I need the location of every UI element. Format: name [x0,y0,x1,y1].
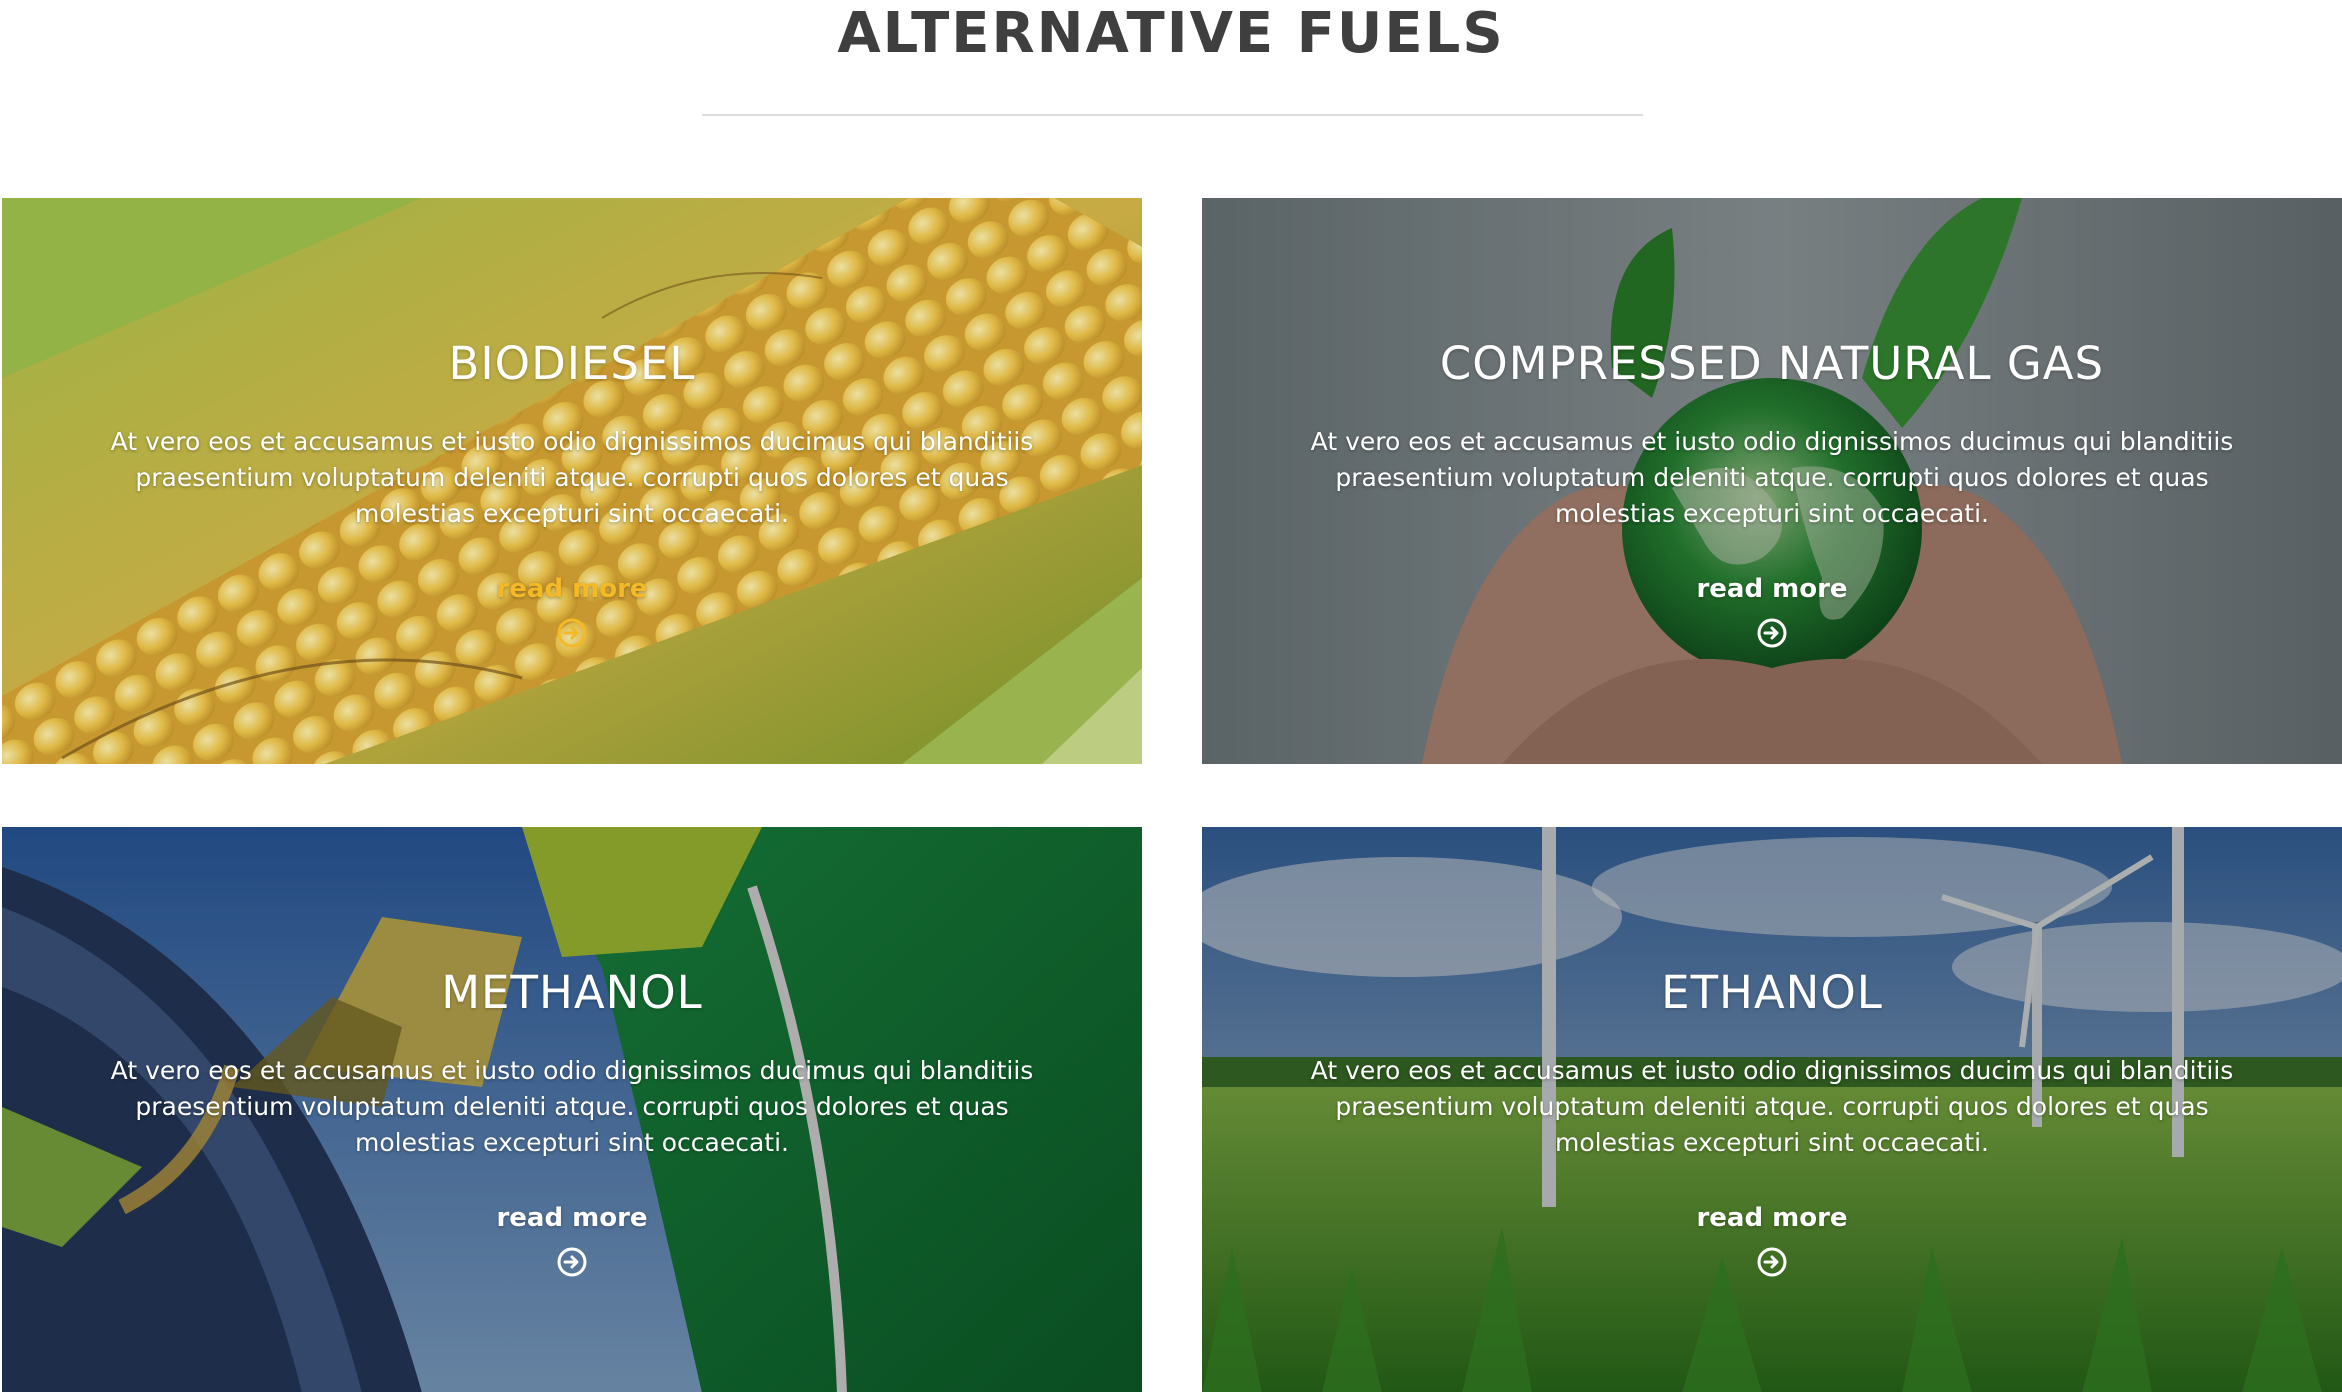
section-title: ALTERNATIVE FUELS [837,1,1505,66]
card-content: METHANOL At vero eos et accusamus et ius… [2,827,1142,1392]
alternative-fuels-page: ALTERNATIVE FUELS BIODIESEL At vero eos … [0,0,2342,1392]
card-title: METHANOL [441,966,703,1019]
card-content: BIODIESEL At vero eos et accusamus et iu… [2,198,1142,764]
card-ethanol[interactable]: ETHANOL At vero eos et accusamus et iust… [1202,827,2342,1392]
card-compressed-natural-gas[interactable]: COMPRESSED NATURAL GAS At vero eos et ac… [1202,198,2342,764]
card-biodiesel[interactable]: BIODIESEL At vero eos et accusamus et iu… [2,198,1142,764]
card-description: At vero eos et accusamus et iusto odio d… [1310,427,2234,528]
title-divider [702,114,1643,116]
card-title: ETHANOL [1661,966,1883,1019]
read-more-link[interactable]: read more [2,1201,1142,1235]
read-more-link[interactable]: read more [1202,572,2342,606]
card-title: BIODIESEL [448,337,696,390]
card-content: ETHANOL At vero eos et accusamus et iust… [1202,827,2342,1392]
card-methanol[interactable]: METHANOL At vero eos et accusamus et ius… [2,827,1142,1392]
card-title: COMPRESSED NATURAL GAS [1439,337,2105,390]
read-more-link[interactable]: read more [1202,1201,2342,1235]
arrow-circle-right-icon[interactable] [556,1246,588,1278]
arrow-circle-right-icon[interactable] [1756,617,1788,649]
arrow-circle-right-icon[interactable] [1756,1246,1788,1278]
card-description: At vero eos et accusamus et iusto odio d… [110,1056,1034,1157]
card-description: At vero eos et accusamus et iusto odio d… [1310,1056,2234,1157]
card-description: At vero eos et accusamus et iusto odio d… [110,427,1034,528]
arrow-circle-right-icon[interactable] [556,617,588,649]
read-more-link[interactable]: read more [2,572,1142,606]
card-content: COMPRESSED NATURAL GAS At vero eos et ac… [1202,198,2342,764]
